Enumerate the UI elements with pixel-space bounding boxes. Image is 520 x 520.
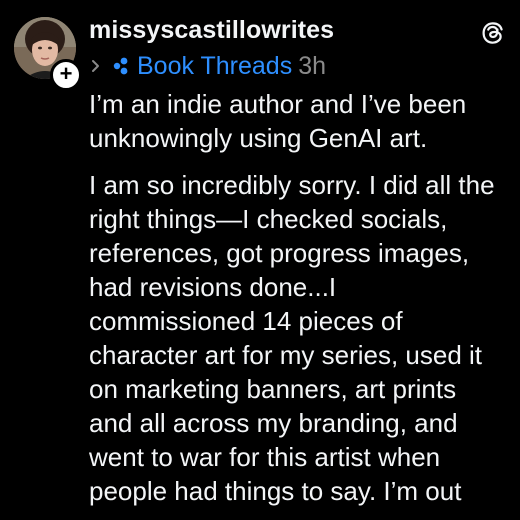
- community-link[interactable]: Book Threads: [137, 52, 292, 81]
- follow-button[interactable]: +: [50, 59, 82, 91]
- username[interactable]: missyscastillowrites: [89, 16, 334, 45]
- chevron-right-icon: [92, 60, 99, 72]
- plus-icon: +: [59, 61, 73, 86]
- threads-logo-icon[interactable]: [480, 20, 506, 46]
- post-paragraph-2: I am so incredibly sorry. I did all the …: [89, 170, 495, 506]
- community-dots-icon: [113, 57, 128, 75]
- post-body: I’m an indie author and I’ve been unknow…: [89, 87, 509, 508]
- thread-post: + missyscastillowrites Book Threads 3h I…: [0, 0, 520, 520]
- post-timestamp: 3h: [298, 51, 327, 80]
- post-paragraph-1: I’m an indie author and I’ve been unknow…: [89, 89, 467, 153]
- post-meta: Book Threads 3h: [89, 51, 326, 81]
